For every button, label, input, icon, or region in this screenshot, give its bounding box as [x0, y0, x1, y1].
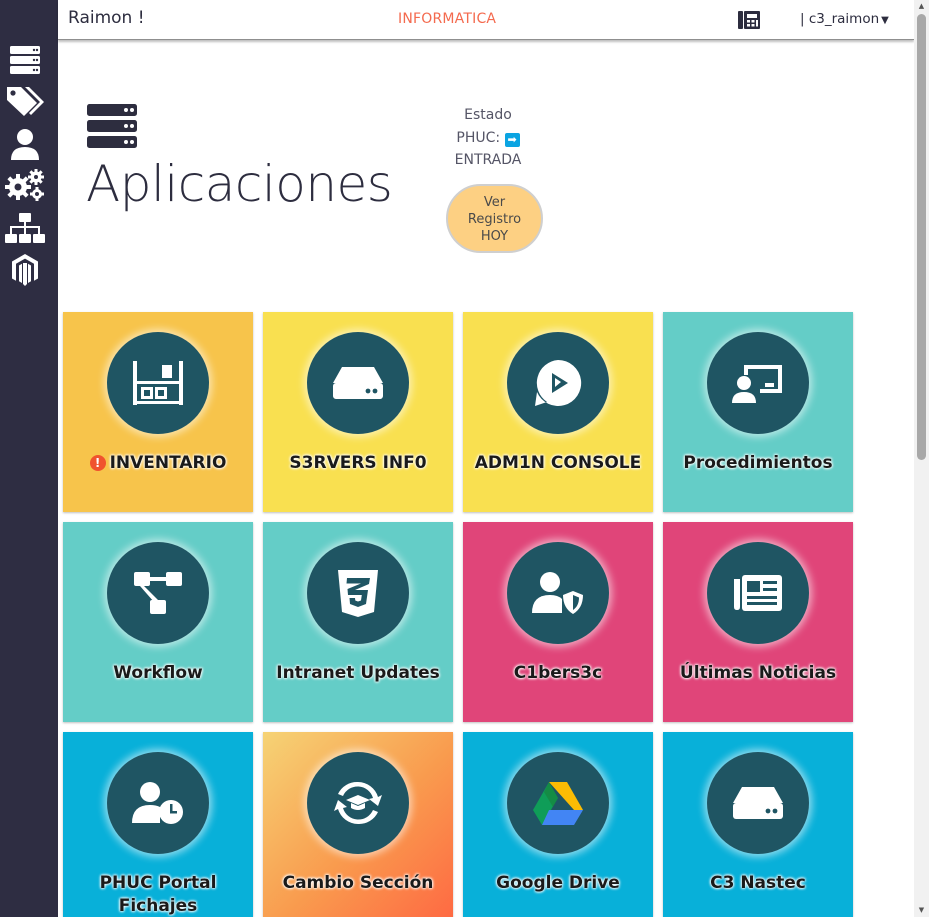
tile-icon-circle	[107, 542, 209, 644]
tile-label: S3RVERS INF0	[289, 453, 427, 473]
tile-label: Workflow	[113, 663, 203, 683]
tile-icon-circle	[507, 332, 609, 434]
user-icon	[11, 129, 39, 160]
workflow-icon	[134, 572, 182, 614]
vertical-scrollbar[interactable]: ▲ ▼	[914, 0, 929, 917]
tile-icon-circle	[107, 332, 209, 434]
sidebar-item-magento[interactable]	[5, 252, 45, 288]
tile-icon-circle	[307, 752, 409, 854]
page-title: Aplicaciones	[86, 155, 393, 213]
status-heading: Estado	[464, 107, 512, 123]
caret-down-icon: ▼	[881, 15, 889, 26]
user-menu-dropdown[interactable]: | c3_raimon ▼	[800, 11, 889, 27]
console-icon	[535, 359, 582, 406]
hdd-icon	[733, 787, 783, 819]
tile-inventario[interactable]: ! INVENTARIO	[63, 312, 253, 512]
cogs-icon	[5, 169, 44, 201]
server-icon	[86, 103, 138, 149]
tile-label: Procedimientos	[683, 453, 833, 473]
scroll-thumb[interactable]	[917, 14, 926, 460]
tile-icon-circle	[707, 752, 809, 854]
tile-intranet-updates[interactable]: Intranet Updates	[263, 522, 453, 722]
phone-directory-icon[interactable]	[738, 9, 760, 31]
brand-name: Raimon !	[68, 8, 145, 28]
newspaper-icon	[734, 575, 782, 611]
sync-graduation-icon	[334, 781, 382, 825]
registro-button-line3: HOY	[480, 229, 509, 244]
user-menu-label: | c3_raimon	[800, 11, 880, 27]
status-phuc-label: PHUC:	[456, 129, 501, 146]
tile-icon-circle	[707, 332, 809, 434]
tile-cibersec[interactable]: C1bers3c	[463, 522, 653, 722]
tile-label: PHUC Portal Fichajes	[99, 873, 217, 916]
department-label: INFORMATICA	[398, 11, 497, 27]
exclamation-circle-icon: !	[89, 455, 106, 471]
magento-icon	[12, 254, 38, 286]
tile-workflow[interactable]: Workflow	[63, 522, 253, 722]
status-value: ENTRADA	[454, 152, 522, 168]
tile-ultimas-noticias[interactable]: Últimas Noticias	[663, 522, 853, 722]
scroll-up-arrow-icon[interactable]: ▲	[914, 0, 929, 13]
user-shield-icon	[532, 572, 583, 614]
hdd-icon	[333, 367, 383, 399]
tile-cambio-seccion[interactable]: Cambio Sección	[263, 732, 453, 917]
sidebar-item-user[interactable]	[5, 126, 45, 162]
arrow-right-icon: ➡	[504, 132, 520, 147]
tile-label-text: INVENTARIO	[109, 453, 227, 473]
sitemap-icon	[5, 213, 45, 243]
chalkboard-user-icon	[732, 365, 782, 403]
sidebar	[0, 0, 58, 917]
tile-icon-circle	[707, 542, 809, 644]
tile-c3-nastec[interactable]: C3 Nastec	[663, 732, 853, 917]
top-bar: Raimon ! INFORMATICA | c3_raimon ▼	[58, 0, 914, 40]
tile-procedimientos[interactable]: Procedimientos	[663, 312, 853, 512]
tile-label: C1bers3c	[513, 663, 603, 683]
tile-label: Intranet Updates	[276, 663, 440, 683]
tile-phuc-portal-fichajes[interactable]: PHUC Portal Fichajes	[63, 732, 253, 917]
sidebar-item-servers[interactable]	[5, 42, 45, 78]
tile-icon-circle	[507, 542, 609, 644]
tile-label: Últimas Noticias	[679, 663, 837, 683]
tile-label: Google Drive	[496, 873, 620, 893]
registro-button-line2: Registro	[467, 212, 522, 227]
tags-icon	[7, 87, 44, 116]
css3-icon	[338, 570, 378, 617]
tile-icon-circle	[507, 752, 609, 854]
tile-google-drive[interactable]: Google Drive	[463, 732, 653, 917]
tile-servers-info[interactable]: S3RVERS INF0	[263, 312, 453, 512]
server-icon	[10, 46, 40, 74]
tile-icon-circle	[107, 752, 209, 854]
tile-label: C3 Nastec	[710, 873, 806, 893]
google-drive-icon	[533, 782, 583, 825]
tile-admin-console[interactable]: ADM1N CONSOLE	[463, 312, 653, 512]
status-panel: Estado PHUC: ➡ ENTRADA	[430, 104, 546, 172]
tile-label: ! INVENTARIO	[63, 452, 253, 475]
ver-registro-hoy-button[interactable]: Ver Registro HOY	[446, 184, 543, 253]
user-clock-icon	[132, 782, 183, 824]
sidebar-item-settings[interactable]	[5, 167, 45, 203]
status-phuc: PHUC: ➡	[430, 127, 546, 150]
tile-icon-circle	[307, 542, 409, 644]
tile-icon-circle	[307, 332, 409, 434]
sidebar-item-tags[interactable]	[5, 83, 45, 119]
warehouse-icon	[133, 361, 183, 405]
tile-label: Cambio Sección	[282, 873, 434, 893]
tile-label: ADM1N CONSOLE	[474, 453, 642, 473]
registro-button-line1: Ver	[483, 195, 506, 210]
sidebar-item-sitemap[interactable]	[5, 210, 45, 246]
scroll-down-arrow-icon[interactable]: ▼	[914, 904, 929, 917]
